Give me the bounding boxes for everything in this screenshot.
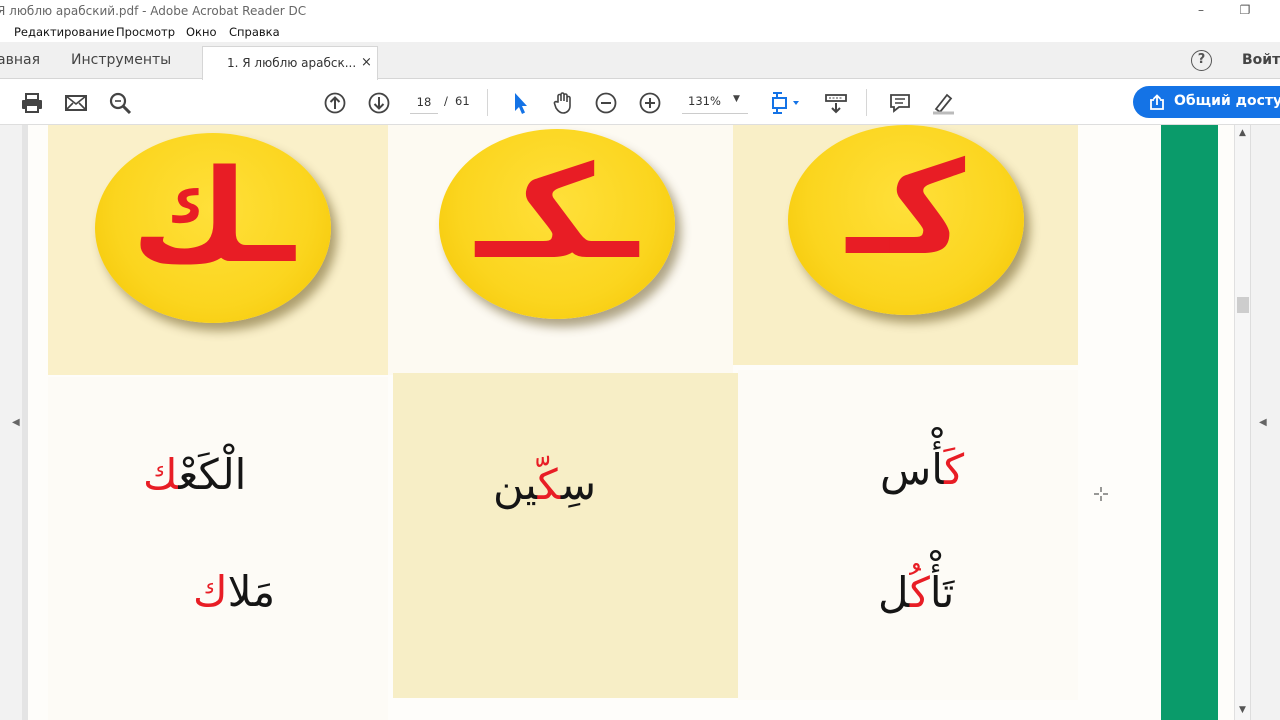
tab-home[interactable]: авная [0,52,40,68]
select-arrow-icon[interactable] [507,90,533,116]
word-cell-left [48,377,388,720]
scroll-mode-icon[interactable] [823,90,849,116]
letter-kaf-initial: كـ [846,135,966,284]
tab-tools[interactable]: Инструменты [71,52,171,68]
word-kas: كَأْس [880,445,965,494]
share-button[interactable]: Общий доступ [1133,86,1280,118]
share-icon [1150,94,1164,110]
toolbar: 18 / 61 131% ▼ Общий доступ [0,80,1280,125]
minimize-icon[interactable]: – [1193,3,1209,17]
highlight-icon[interactable] [930,90,956,116]
scroll-up-icon[interactable]: ▲ [1239,128,1246,138]
scroll-down-icon[interactable]: ▼ [1239,705,1246,715]
page-margin-stripe [1161,125,1218,720]
letter-circle-medial: ـكـ [439,129,675,319]
word-sikkin: سِكّين [493,460,597,509]
menu-view[interactable]: Просмотр [116,25,175,39]
chevron-left-icon: ◀ [1259,417,1267,428]
word-cell-right [738,370,1078,700]
close-tab-icon[interactable]: × [361,55,372,70]
print-icon[interactable] [19,90,45,116]
letter-circle-initial: كـ [788,125,1024,315]
pdf-page: ـك ـكـ كـ الْكَعْك سِكّين كَأْس مَلاك تَ… [28,125,1234,720]
word-malak: مَلاك [193,567,276,616]
comment-icon[interactable] [887,90,913,116]
page-number-input[interactable]: 18 [410,92,438,114]
letter-kaf-medial: ـكـ [476,139,638,288]
zoom-value: 131% [688,94,721,108]
window-title: Я люблю арабский.pdf - Adobe Acrobat Rea… [0,4,307,18]
zoom-in-icon[interactable] [637,90,663,116]
zoom-dropdown[interactable]: 131% ▼ [682,92,748,114]
left-panel-toggle[interactable]: ◀ [0,125,22,720]
crosshair-cursor-icon [1094,487,1108,501]
word-alkaak: الْكَعْك [143,450,247,499]
chevron-down-icon: ▼ [733,94,740,104]
total-pages: 61 [455,94,470,108]
restore-icon[interactable]: ❐ [1237,3,1253,17]
tab-document[interactable]: 1. Я люблю арабск... × [202,46,378,80]
menu-window[interactable]: Окно [186,25,217,39]
page-down-icon[interactable] [366,90,392,116]
menu-help[interactable]: Справка [229,25,280,39]
email-icon[interactable] [63,90,89,116]
menu-edit[interactable]: Редактирование [14,25,114,39]
right-panel-toggle[interactable]: ◀ [1250,125,1280,720]
letter-kaf-final: ـك [131,143,295,292]
share-label: Общий доступ [1174,93,1280,109]
title-bar: Я люблю арабский.pdf - Adobe Acrobat Rea… [0,0,1280,22]
tab-bar: авная Инструменты 1. Я люблю арабск... ×… [0,42,1280,80]
help-icon[interactable]: ? [1191,50,1212,71]
document-viewer[interactable]: ◀ ـك ـكـ كـ الْكَعْك سِكّين كَأْس مَلاك … [0,125,1280,720]
page-up-icon[interactable] [322,90,348,116]
letter-circle-final: ـك [95,133,331,323]
page-fit-icon[interactable] [768,90,804,116]
menu-bar: Редактирование Просмотр Окно Справка [0,22,1280,42]
word-takul: تَأْكُل [878,568,955,617]
vertical-scrollbar[interactable]: ▲ ▼ [1234,125,1250,720]
toolbar-divider [866,89,867,116]
chevron-left-icon: ◀ [12,417,20,428]
scrollbar-thumb[interactable] [1237,297,1249,313]
sign-in-button[interactable]: Войт [1242,52,1280,68]
find-icon[interactable] [107,90,133,116]
toolbar-divider [487,89,488,116]
zoom-out-icon[interactable] [593,90,619,116]
word-cell-middle [393,373,738,698]
document-tab-title: 1. Я люблю арабск... [227,56,357,70]
hand-icon[interactable] [550,90,576,116]
page-separator: / [444,94,448,108]
